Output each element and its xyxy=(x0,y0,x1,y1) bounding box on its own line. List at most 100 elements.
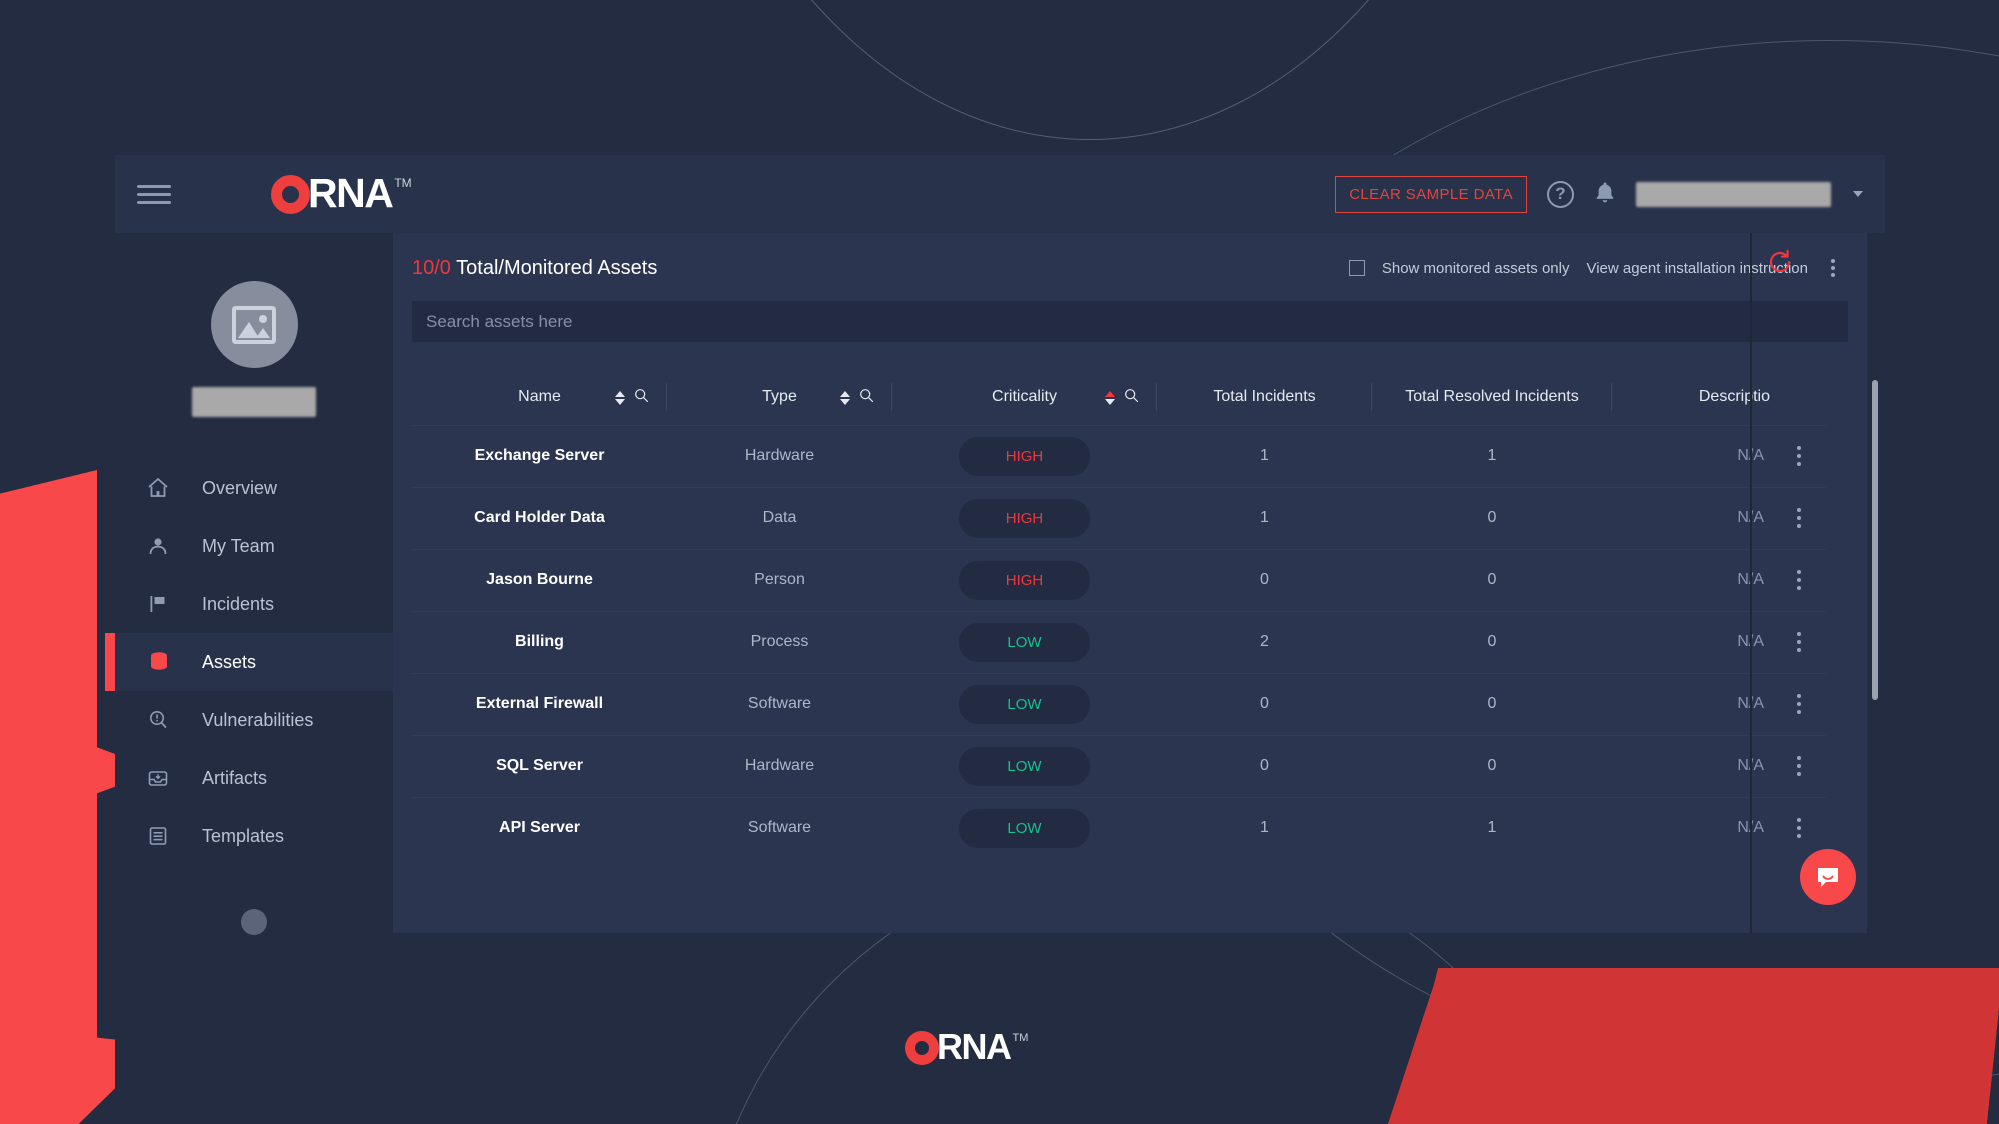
column-header-label: Type xyxy=(762,387,797,405)
show-monitored-checkbox[interactable] xyxy=(1348,260,1365,276)
cell-row-menu[interactable] xyxy=(1772,672,1826,735)
kebab-menu-icon[interactable] xyxy=(1772,446,1826,466)
sidebar-item-label: Vulnerabilities xyxy=(202,709,314,730)
chevron-down-icon[interactable] xyxy=(1853,191,1863,197)
search-icon[interactable] xyxy=(859,388,874,408)
sidebar-item-label: Assets xyxy=(202,651,257,672)
cell-description: N/A xyxy=(1612,796,1772,859)
page-title: 10/0 Total/Monitored Assets xyxy=(412,257,657,280)
search-icon[interactable] xyxy=(634,388,649,408)
app-root: RNA TM CLEAR SAMPLE DATA ? Overview My T… xyxy=(0,0,1999,1124)
cell-criticality: HIGH xyxy=(892,548,1157,611)
search-icon[interactable] xyxy=(1124,388,1139,408)
search-assets-box[interactable] xyxy=(412,301,1848,342)
column-header-total-resolved-incidents[interactable]: Total Resolved Incidents xyxy=(1372,369,1612,425)
cell-row-menu[interactable] xyxy=(1772,486,1826,549)
column-header-total-incidents[interactable]: Total Incidents xyxy=(1157,369,1372,425)
frozen-column-divider xyxy=(1750,233,1752,933)
sidebar-item-vulnerabilities[interactable]: Vulnerabilities xyxy=(115,691,393,749)
table-row[interactable]: Billing Process LOW 2 0 N/A xyxy=(412,610,1826,673)
app-window: RNA TM CLEAR SAMPLE DATA ? Overview My T… xyxy=(105,155,1999,1123)
document-list-icon xyxy=(146,824,180,848)
cell-type: Software xyxy=(667,672,892,735)
refresh-icon[interactable] xyxy=(1765,247,1795,282)
search-input[interactable] xyxy=(426,311,1834,332)
kebab-menu-icon[interactable] xyxy=(1772,818,1826,839)
sidebar-profile xyxy=(115,233,393,417)
cell-name: SQL Server xyxy=(412,734,667,797)
sort-arrows-icon[interactable] xyxy=(615,391,625,405)
cell-type: Hardware xyxy=(667,424,892,487)
sidebar-item-overview[interactable]: Overview xyxy=(115,459,393,517)
logo-o-ring-icon xyxy=(271,175,310,214)
avatar[interactable] xyxy=(210,281,298,368)
page-title-text: Total/Monitored Assets xyxy=(456,256,658,279)
assets-table: Name Type Criticality Total Incidents To… xyxy=(412,369,1826,859)
column-header-name[interactable]: Name xyxy=(412,369,667,425)
bell-icon[interactable] xyxy=(1594,180,1616,209)
table-row[interactable]: SQL Server Hardware LOW 0 0 N/A xyxy=(412,734,1826,797)
cell-criticality: LOW xyxy=(892,796,1157,859)
user-name-redacted[interactable] xyxy=(1636,181,1831,207)
kebab-menu-icon[interactable] xyxy=(1825,255,1841,281)
sidebar-item-artifacts[interactable]: Artifacts xyxy=(115,749,393,807)
column-header-description[interactable]: Descriptio xyxy=(1612,369,1772,425)
assets-panel-header: 10/0 Total/Monitored Assets Show monitor… xyxy=(393,233,1867,281)
show-monitored-label[interactable]: Show monitored assets only xyxy=(1382,260,1570,277)
table-row[interactable]: Exchange Server Hardware HIGH 1 1 N/A xyxy=(412,424,1826,487)
cell-criticality: LOW xyxy=(892,734,1157,797)
help-icon[interactable]: ? xyxy=(1547,180,1574,208)
cell-name: Billing xyxy=(412,610,667,673)
cell-type: Person xyxy=(667,548,892,611)
cell-total-incidents: 0 xyxy=(1157,548,1372,611)
cell-row-menu[interactable] xyxy=(1772,548,1826,611)
cell-total-resolved: 0 xyxy=(1372,734,1612,797)
status-badge: LOW xyxy=(959,746,1090,786)
cell-type: Software xyxy=(667,796,892,859)
sidebar-user-name-redacted xyxy=(192,387,316,417)
sidebar-item-my-team[interactable]: My Team xyxy=(115,517,393,575)
table-row[interactable]: API Server Software LOW 1 1 N/A xyxy=(412,796,1826,859)
cell-name: Card Holder Data xyxy=(412,486,667,549)
cell-total-incidents: 1 xyxy=(1157,486,1372,549)
cell-description: N/A xyxy=(1612,672,1772,735)
kebab-menu-icon[interactable] xyxy=(1772,508,1826,528)
table-row[interactable]: Jason Bourne Person HIGH 0 0 N/A xyxy=(412,548,1826,611)
logo-text: RNA xyxy=(308,170,394,216)
table-row[interactable]: Card Holder Data Data HIGH 1 0 N/A xyxy=(412,486,1826,549)
kebab-menu-icon[interactable] xyxy=(1772,570,1826,590)
cell-row-menu[interactable] xyxy=(1772,424,1826,487)
status-badge: HIGH xyxy=(959,560,1090,600)
home-icon xyxy=(146,476,180,500)
clear-sample-data-button[interactable]: CLEAR SAMPLE DATA xyxy=(1335,175,1527,213)
table-row[interactable]: External Firewall Software LOW 0 0 N/A xyxy=(412,672,1826,735)
cell-type: Data xyxy=(667,486,892,549)
column-header-criticality[interactable]: Criticality xyxy=(892,369,1157,425)
kebab-menu-icon[interactable] xyxy=(1772,756,1826,776)
sort-arrows-icon-active[interactable] xyxy=(1105,391,1115,405)
cell-total-incidents: 2 xyxy=(1157,610,1372,673)
page-scrollbar[interactable] xyxy=(1872,380,1878,700)
image-placeholder-icon xyxy=(232,305,276,344)
column-header-actions xyxy=(1772,369,1826,425)
sort-arrows-icon[interactable] xyxy=(840,391,850,405)
sidebar-item-templates[interactable]: Templates xyxy=(115,807,393,865)
sidebar-item-incidents[interactable]: Incidents xyxy=(115,575,393,633)
column-header-type[interactable]: Type xyxy=(667,369,892,425)
sidebar-item-assets[interactable]: Assets xyxy=(105,633,393,691)
cell-description: N/A xyxy=(1612,486,1772,549)
cell-row-menu[interactable] xyxy=(1772,610,1826,673)
person-icon xyxy=(146,534,180,558)
cell-criticality: HIGH xyxy=(892,486,1157,549)
cell-total-resolved: 1 xyxy=(1372,796,1612,859)
logo-trademark: TM xyxy=(394,176,412,190)
kebab-menu-icon[interactable] xyxy=(1772,632,1826,652)
cell-description: N/A xyxy=(1612,734,1772,797)
cell-description: N/A xyxy=(1612,424,1772,487)
cell-row-menu[interactable] xyxy=(1772,734,1826,797)
hamburger-icon[interactable] xyxy=(137,180,171,209)
cell-criticality: LOW xyxy=(892,672,1157,735)
chat-bubble-icon[interactable] xyxy=(1800,849,1856,905)
sidebar-collapse-handle[interactable] xyxy=(241,909,267,935)
kebab-menu-icon[interactable] xyxy=(1772,694,1826,714)
